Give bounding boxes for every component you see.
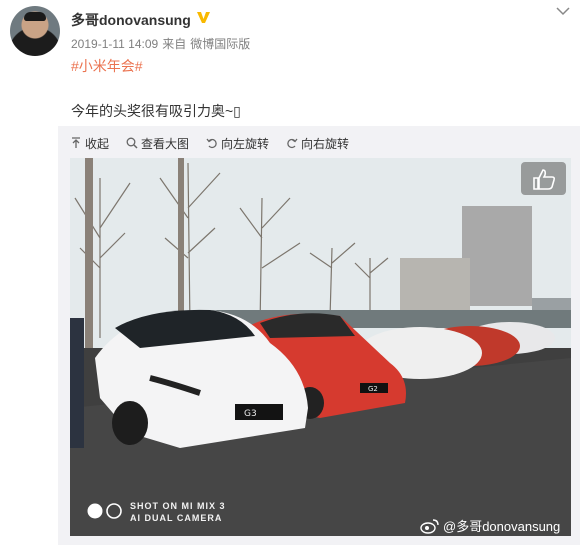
rotate-left-button[interactable]: 向左旋转 (206, 135, 269, 152)
view-large-button[interactable]: 查看大图 (126, 135, 189, 152)
collapse-button[interactable]: 收起 (70, 135, 109, 152)
hashtag-link[interactable]: #小米年会# (71, 56, 143, 76)
post-timestamp[interactable]: 2019-1-11 14:09 (71, 37, 158, 51)
watermark-text: @多哥donovansung (443, 519, 561, 534)
weibo-logo-icon (420, 518, 439, 534)
rotate-left-icon (206, 138, 217, 149)
rotate-right-button[interactable]: 向右旋转 (286, 135, 349, 152)
post-source[interactable]: 微博国际版 (190, 37, 250, 51)
post-meta: 2019-1-11 14:09 来自 微博国际版 (71, 35, 254, 52)
avatar[interactable] (10, 6, 60, 56)
post-photo[interactable]: G3 G2 (70, 158, 571, 536)
camera-watermark-dots (87, 503, 122, 519)
chevron-down-icon[interactable] (556, 6, 570, 16)
like-button[interactable] (521, 162, 566, 195)
username-link[interactable]: 多哥donovansung (71, 10, 191, 30)
media-toolbar: 收起 查看大图 向左旋转 向右旋转 (70, 135, 366, 151)
rotate-left-label: 向左旋转 (221, 136, 270, 151)
license-plate-text: G2 (368, 385, 378, 393)
view-large-label: 查看大图 (141, 136, 190, 151)
source-prefix: 来自 (162, 37, 187, 51)
collapse-label: 收起 (85, 136, 110, 151)
weibo-watermark: @多哥donovansung (420, 516, 560, 535)
rotate-right-label: 向右旋转 (301, 136, 350, 151)
magnifier-icon (126, 137, 138, 149)
shot-on-line1: SHOT ON MI MIX 3 (130, 501, 226, 511)
shot-on-label: SHOT ON MI MIX 3 AI DUAL CAMERA (130, 500, 226, 524)
photo-scene: G3 G2 (70, 158, 571, 536)
collapse-arrow-icon (72, 137, 80, 148)
shot-on-line2: AI DUAL CAMERA (130, 513, 223, 523)
license-plate-text: G3 (244, 409, 257, 419)
thumbs-up-icon (532, 168, 555, 190)
rotate-right-icon (287, 138, 298, 149)
post-content: 今年的头奖很有吸引力奥~▯ (71, 103, 241, 119)
verified-v-badge-icon (197, 12, 210, 23)
